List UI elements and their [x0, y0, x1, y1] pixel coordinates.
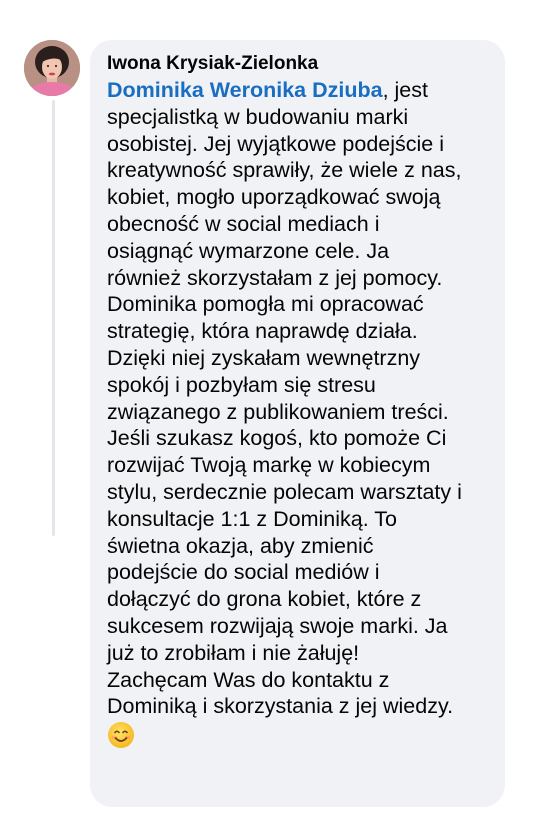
comment-line: osobistej. Jej wyjątkowe podejście i — [107, 131, 444, 156]
comment-text: Dominika Weronika Dziuba, jest specjalis… — [107, 77, 491, 751]
comment-line: osiągnąć wymarzone cele. Ja — [107, 238, 390, 263]
comment-line: już to zrobiłam i nie żałuję! — [107, 640, 360, 665]
comment-line: Dominiką i skorzystania z jej wiedzy. — [107, 694, 454, 719]
comment-line: rozwijać Twoją markę w kobiecym — [107, 453, 431, 478]
comment-line: Dzięki niej zyskałam wewnętrzny — [107, 345, 421, 370]
mention-link[interactable]: Dominika Weronika Dziuba — [107, 78, 383, 102]
comment-line: Dominika pomogła mi opracować — [107, 292, 424, 317]
comment-line: konsultacje 1:1 z Dominiką. To — [107, 506, 397, 531]
comment-text-after-mention: , jest — [382, 78, 428, 102]
profile-photo — [24, 40, 80, 96]
comment-bubble: Iwona Krysiak-Zielonka Dominika Weronika… — [90, 40, 505, 807]
thread-line — [52, 100, 55, 536]
comment-line: obecność w social mediach i — [107, 211, 380, 236]
comment-line: również skorzystałam z jej pomocy. — [107, 265, 443, 290]
comment-line: sukcesem rozwijają swoje marki. Ja — [107, 613, 448, 638]
comment-author-name[interactable]: Iwona Krysiak-Zielonka — [107, 51, 491, 77]
comment-line: Zachęcam Was do kontaktu z — [107, 667, 390, 692]
comment-line: kreatywność sprawiły, że wiele z nas, — [107, 158, 462, 183]
comment-line: strategię, która naprawdę działa. — [107, 319, 418, 344]
comment-line: świetna okazja, aby zmienić — [107, 533, 374, 558]
comment-line: związanego z publikowaniem treści. — [107, 399, 449, 424]
comment-line: Jeśli szukasz kogoś, kto pomoże Ci — [107, 426, 447, 451]
comment-line-0: Dominika Weronika Dziuba, jest — [107, 77, 491, 104]
comment-line: dołączyć do grona kobiet, które z — [107, 587, 422, 612]
comment-line: kobiet, mogło uporządkować swoją — [107, 185, 441, 210]
comment-line: spokój i pozbyłam się stresu — [107, 372, 376, 397]
smiling-face-emoji-icon — [108, 722, 134, 749]
comment-line: stylu, serdecznie polecam warsztaty i — [107, 479, 462, 504]
avatar[interactable] — [24, 40, 80, 96]
emoji-container — [107, 721, 491, 751]
comment-line: specjalistką w budowaniu marki — [107, 104, 409, 129]
comment-line: podejście do social mediów i — [107, 560, 380, 585]
